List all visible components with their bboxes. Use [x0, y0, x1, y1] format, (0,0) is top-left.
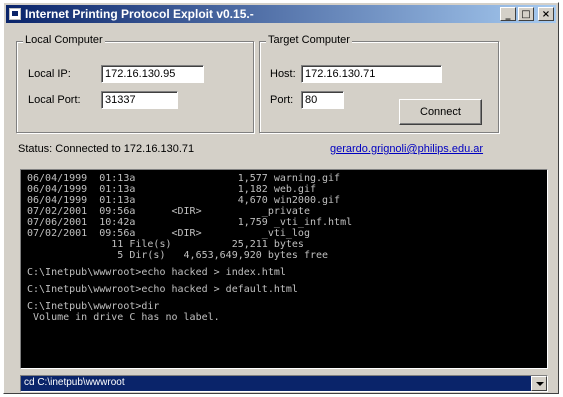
window-controls: _ □ ×: [500, 7, 554, 21]
local-computer-legend: Local Computer: [23, 34, 105, 46]
local-ip-label: Local IP:: [28, 68, 71, 80]
exploit-window: Internet Printing Protocol Exploit v0.15…: [3, 2, 559, 394]
console-line: 07/06/2001 10:42a 1,759 _vti_inf.html: [27, 217, 353, 228]
author-email-link[interactable]: gerardo.grignoli@philips.edu.ar: [330, 143, 483, 155]
command-input[interactable]: cd C:\inetpub\wwwroot: [24, 377, 125, 388]
console-line: 07/02/2001 09:56a <DIR> _vti_log: [27, 228, 310, 239]
status-text: Status: Connected to 172.16.130.71: [18, 143, 195, 155]
target-port-field[interactable]: 80: [301, 91, 344, 109]
local-ip-field[interactable]: 172.16.130.95: [101, 65, 204, 83]
target-port-label: Port:: [270, 94, 294, 106]
close-button[interactable]: ×: [538, 7, 554, 21]
console-line: 06/04/1999 01:13a 1,182 web.gif: [27, 184, 316, 195]
chevron-down-icon[interactable]: [531, 376, 547, 391]
command-combobox[interactable]: cd C:\inetpub\wwwroot: [20, 375, 548, 392]
console-line: 06/04/1999 01:13a 4,670 win2000.gif: [27, 195, 341, 206]
window-title: Internet Printing Protocol Exploit v0.15…: [25, 7, 254, 21]
maximize-button[interactable]: □: [518, 7, 534, 21]
app-icon: [9, 8, 21, 20]
title-bar[interactable]: Internet Printing Protocol Exploit v0.15…: [6, 5, 556, 23]
console-line: 06/04/1999 01:13a 1,577 warning.gif: [27, 173, 341, 184]
console-line: 11 File(s) 25,211 bytes: [27, 239, 304, 250]
connect-button[interactable]: Connect: [399, 99, 482, 125]
target-computer-legend: Target Computer: [266, 34, 352, 46]
console-line: C:\Inetpub\wwwroot>echo hacked > index.h…: [27, 267, 286, 278]
local-computer-group: Local Computer: [16, 34, 254, 133]
host-field[interactable]: 172.16.130.71: [301, 65, 442, 83]
console-line: C:\Inetpub\wwwroot>echo hacked > default…: [27, 284, 298, 295]
console-output[interactable]: 06/04/1999 01:13a 1,577 warning.gif 06/04…: [20, 169, 548, 369]
local-port-label: Local Port:: [28, 94, 81, 106]
console-line: 07/02/2001 09:56a <DIR> _private: [27, 206, 310, 217]
console-line: Volume in drive C has no label.: [27, 312, 220, 323]
console-line: C:\Inetpub\wwwroot>dir: [27, 301, 160, 312]
console-line: 5 Dir(s) 4,653,649,920 bytes free: [27, 250, 329, 261]
local-port-field[interactable]: 31337: [101, 91, 178, 109]
host-label: Host:: [270, 68, 296, 80]
minimize-button[interactable]: _: [500, 7, 516, 21]
